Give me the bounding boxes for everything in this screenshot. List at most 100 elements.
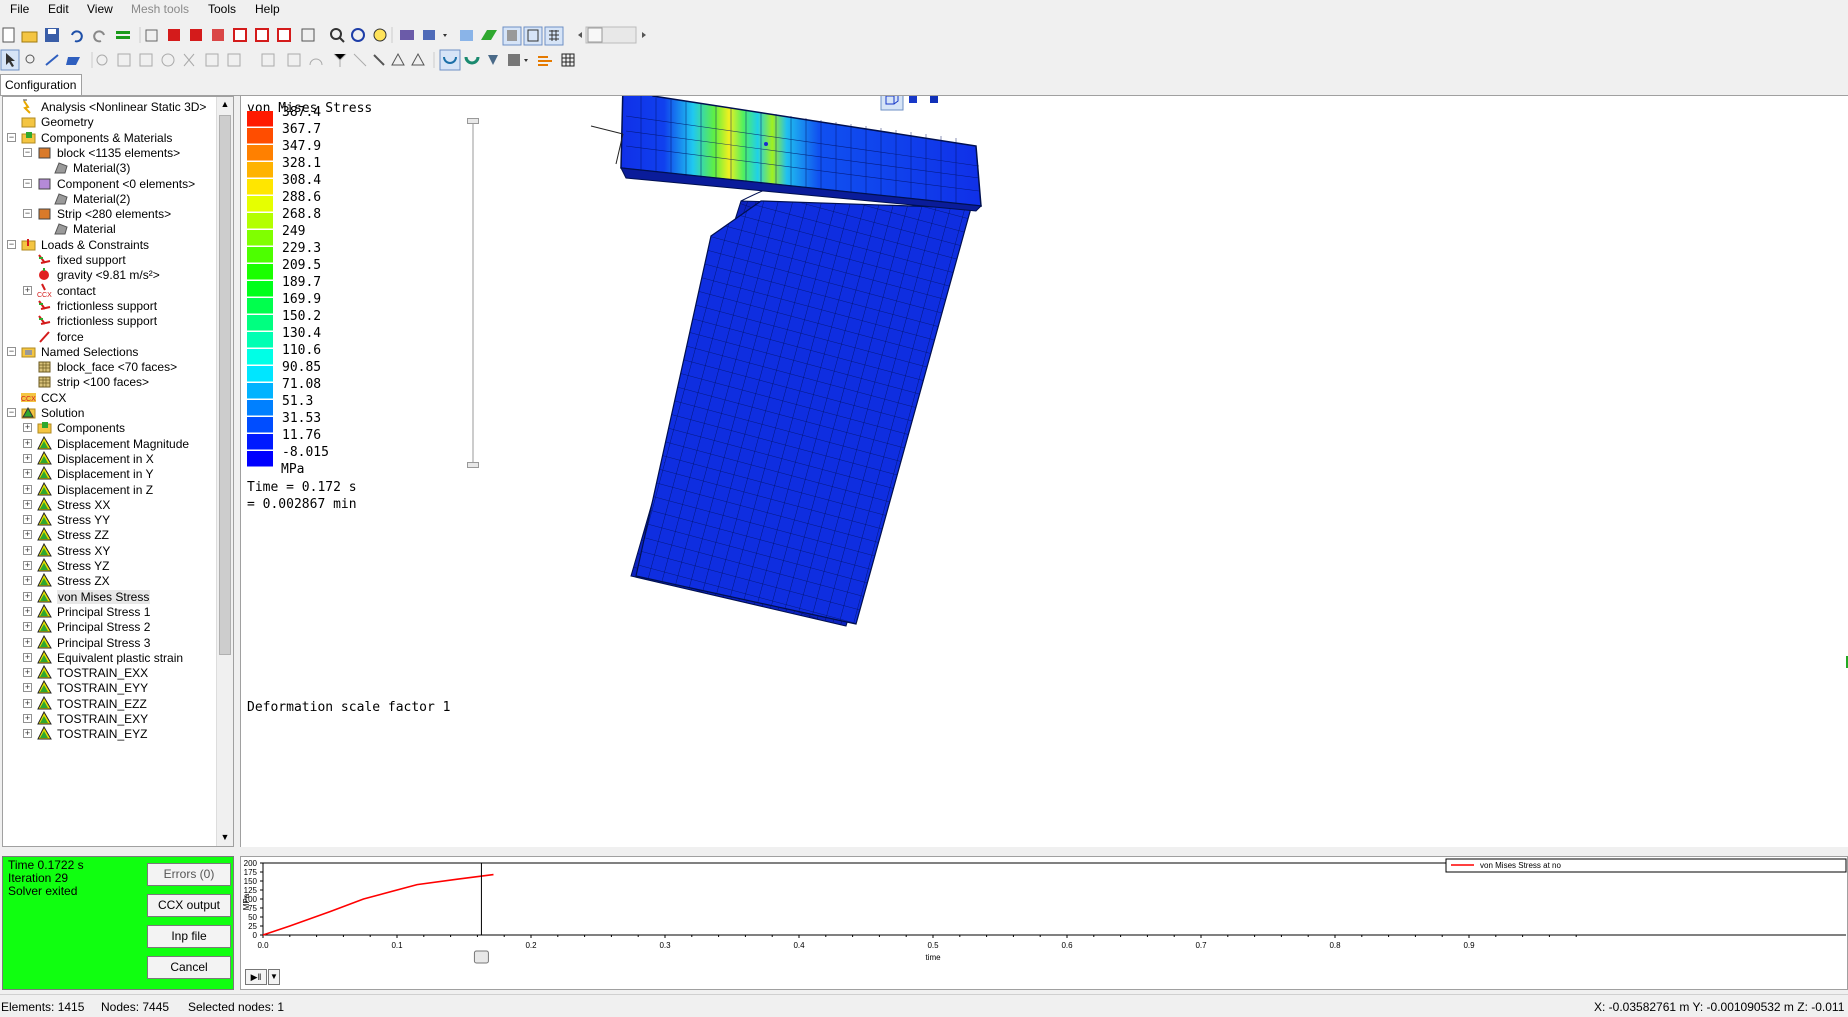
3d-viewport[interactable]: von Mises Stress MPa Time = 0.172 s = 0.… bbox=[240, 83, 1848, 847]
time-cursor-handle[interactable] bbox=[473, 950, 489, 964]
result-icon bbox=[37, 726, 52, 741]
expand-icon[interactable]: + bbox=[23, 469, 32, 479]
expand-icon[interactable]: + bbox=[23, 729, 32, 739]
legend-value: 150.2 bbox=[282, 309, 322, 324]
scroll-down-icon[interactable]: ▼ bbox=[219, 832, 231, 844]
menu-bar: File Edit View Mesh tools Tools Help bbox=[0, 0, 1848, 19]
block-model[interactable] bbox=[630, 182, 972, 627]
collapse-icon[interactable]: − bbox=[23, 178, 32, 188]
tool-3-icon bbox=[139, 53, 153, 67]
tree-item-label: contact bbox=[57, 283, 96, 298]
expand-icon[interactable]: + bbox=[23, 606, 32, 616]
expand-icon[interactable]: + bbox=[23, 484, 32, 494]
history-chart: 02550751001251501752000.0 0.1 0.2 0.3 0.4 0.5… bbox=[242, 858, 1847, 964]
open-folder-icon bbox=[21, 31, 38, 43]
x-tick-label: 0.1 bbox=[391, 941, 403, 950]
legend-value: 387.4 bbox=[282, 105, 322, 120]
x-axis-label: time bbox=[925, 953, 941, 962]
expand-icon[interactable]: + bbox=[23, 698, 32, 708]
menu-help[interactable]: Help bbox=[255, 2, 280, 16]
folder-icon bbox=[21, 114, 36, 129]
collapse-icon[interactable]: − bbox=[23, 147, 32, 157]
result-icon bbox=[37, 466, 52, 481]
x-tick-label: 0.7 bbox=[1195, 941, 1207, 950]
collapse-icon[interactable]: − bbox=[23, 209, 32, 219]
expand-icon[interactable]: + bbox=[23, 714, 32, 723]
x-tick-label: 0.8 bbox=[1329, 941, 1341, 950]
ccx-output-button[interactable]: CCX output bbox=[147, 894, 231, 917]
collapse-icon[interactable]: − bbox=[7, 132, 16, 142]
tab-configuration[interactable]: Configuration bbox=[0, 74, 82, 95]
expand-icon[interactable]: + bbox=[23, 591, 32, 601]
expand-icon[interactable]: + bbox=[23, 530, 32, 540]
play-options-dropdown[interactable]: ▼ bbox=[268, 969, 280, 985]
collapse-icon[interactable]: − bbox=[7, 408, 16, 417]
view-iso-button[interactable] bbox=[880, 89, 904, 111]
view-right-icon bbox=[233, 28, 247, 42]
solver-info: Time 0.1722 s Iteration 29 Solver exited bbox=[8, 859, 84, 898]
tree-item-label: von Mises Stress bbox=[57, 589, 151, 604]
menu-tools[interactable]: Tools bbox=[208, 2, 236, 16]
collapse-icon[interactable]: − bbox=[7, 346, 16, 356]
x-tick-label: 0.6 bbox=[1061, 941, 1073, 950]
errors-button[interactable]: Errors (0) bbox=[147, 863, 231, 886]
selection-toolbar bbox=[0, 49, 660, 71]
legend-slider-bottom-handle[interactable] bbox=[467, 462, 479, 468]
collapse-icon[interactable]: − bbox=[7, 239, 16, 249]
gravity-icon bbox=[37, 267, 52, 282]
expand-icon[interactable]: + bbox=[23, 576, 32, 586]
expand-icon[interactable]: + bbox=[23, 453, 32, 463]
legend-slider[interactable] bbox=[467, 118, 479, 468]
tree-item-results-20[interactable]: + TOSTRAIN_EYZ bbox=[3, 725, 216, 743]
expand-icon[interactable]: + bbox=[23, 515, 32, 525]
save-icon bbox=[45, 28, 59, 42]
inp-file-button[interactable]: Inp file bbox=[147, 925, 231, 948]
cancel-button[interactable]: Cancel bbox=[147, 956, 231, 979]
expand-icon[interactable]: + bbox=[23, 438, 32, 448]
contact-icon: CCX bbox=[37, 283, 52, 299]
legend-swatch bbox=[247, 434, 273, 450]
tree-item-label: Solution bbox=[41, 406, 85, 420]
play-pause-button[interactable]: ▶‖ bbox=[245, 969, 267, 985]
expand-icon[interactable]: + bbox=[23, 499, 32, 509]
expand-icon[interactable]: + bbox=[23, 652, 32, 662]
wireframe-cube-icon bbox=[145, 29, 158, 42]
search-icon bbox=[373, 28, 387, 42]
menu-file[interactable]: File bbox=[10, 2, 29, 16]
strip-model[interactable] bbox=[590, 83, 983, 212]
solution-folder-icon bbox=[21, 405, 36, 420]
tree-item-label: TOSTRAIN_EYZ bbox=[57, 727, 148, 742]
tool-4-icon bbox=[161, 53, 175, 67]
legend-swatch bbox=[247, 349, 273, 365]
scroll-up-icon[interactable]: ▲ bbox=[219, 99, 231, 111]
expand-icon[interactable]: + bbox=[23, 285, 32, 295]
legend-value: 308.4 bbox=[282, 173, 322, 188]
model-canvas[interactable] bbox=[241, 83, 1848, 847]
tool-7-icon bbox=[227, 53, 241, 67]
svg-text:CCX: CCX bbox=[21, 396, 36, 403]
expand-icon[interactable]: + bbox=[23, 637, 32, 647]
select-pointer-icon bbox=[0, 49, 20, 71]
result-icon bbox=[37, 619, 52, 634]
main-toolbar bbox=[0, 24, 660, 46]
expand-icon[interactable]: + bbox=[23, 622, 32, 632]
tree-scroll-thumb[interactable] bbox=[219, 115, 231, 655]
select-edge-icon bbox=[45, 54, 59, 66]
legend-value: 268.8 bbox=[282, 207, 322, 222]
cursor-coordinates: X: -0.03582761 m Y: -0.001090532 m Z: -0… bbox=[1594, 1000, 1845, 1014]
tree-scrollbar[interactable]: ▲ ▼ bbox=[216, 97, 233, 846]
legend-swatch bbox=[247, 400, 273, 416]
legend-swatch bbox=[247, 247, 273, 263]
tree-item-label: Component <0 elements> bbox=[57, 176, 196, 191]
expand-icon[interactable]: + bbox=[23, 683, 32, 693]
menu-edit[interactable]: Edit bbox=[48, 2, 69, 16]
legend-swatch bbox=[247, 281, 273, 297]
expand-icon[interactable]: + bbox=[23, 545, 32, 555]
expand-icon[interactable]: + bbox=[23, 423, 32, 433]
expand-icon[interactable]: + bbox=[23, 668, 32, 678]
result-icon bbox=[37, 695, 52, 711]
selection-icon bbox=[37, 359, 52, 374]
menu-view[interactable]: View bbox=[87, 2, 113, 16]
menu-mesh-tools[interactable]: Mesh tools bbox=[131, 2, 189, 16]
expand-icon[interactable]: + bbox=[23, 561, 32, 570]
